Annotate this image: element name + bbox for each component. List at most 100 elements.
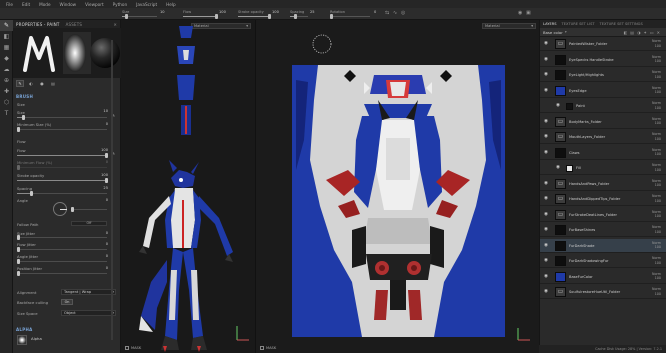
chevron-down-icon[interactable]: ▾ (565, 30, 567, 34)
lazy-mouse-icon[interactable]: ∿ (393, 10, 397, 16)
layer-blend-mode[interactable]: Norm (652, 117, 661, 121)
add-folder-icon[interactable]: ▭ (650, 30, 657, 35)
layer-row[interactable]: ◉ ▭ PaintedWisker_Folder Norm 100 (540, 37, 666, 51)
section-brush-title[interactable]: BRUSH (16, 94, 33, 99)
layer-blend-mode[interactable]: Norm (652, 210, 661, 214)
layer-opacity[interactable]: 100 (655, 59, 661, 63)
tb-size-slider[interactable] (122, 14, 157, 19)
layer-name[interactable]: SoulfulrestoreHueUtil_Folder (569, 290, 631, 294)
layer-name[interactable]: MouthLayers_Folder (569, 135, 631, 139)
layer-blend-opacity[interactable]: Norm 100 (652, 272, 661, 281)
layer-blend-opacity[interactable]: Norm 100 (652, 70, 661, 79)
layer-row[interactable]: ◉ Fill Norm 100 (540, 161, 666, 175)
tb-spacing-slider[interactable] (290, 14, 308, 19)
layer-opacity[interactable]: 100 (655, 106, 661, 110)
eye-icon[interactable]: ◉ (544, 181, 548, 186)
tab-texture-set-list[interactable]: TEXTURE SET LIST (562, 22, 595, 26)
menu-help[interactable]: Help (166, 2, 176, 7)
tb-size-value[interactable]: 10 (160, 10, 165, 14)
delete-layer-icon[interactable]: ✕ (657, 30, 663, 35)
layer-blend-opacity[interactable]: Norm 100 (652, 163, 661, 172)
eye-icon[interactable]: ◉ (544, 134, 548, 139)
angle-jitter-slider[interactable] (17, 259, 107, 264)
stencil-mode-icon[interactable]: ▤ (49, 80, 57, 87)
tab-properties[interactable]: PROPERTIES - PAINT (16, 22, 60, 27)
eye-icon[interactable]: ◉ (544, 41, 548, 46)
layer-blend-mode[interactable]: Norm (652, 101, 661, 105)
tb-stroke-opacity-value[interactable]: 100 (272, 10, 279, 14)
min-size-slider[interactable] (17, 127, 107, 132)
uv-mask-toggle[interactable]: MASK (125, 346, 141, 350)
angle-jitter-value[interactable]: 0 (106, 254, 108, 258)
layer-row[interactable]: ◉ ▭ HandsAndPaws_Folder Norm 100 (540, 177, 666, 191)
layer-blend-opacity[interactable]: Norm 100 (652, 148, 661, 157)
layer-row[interactable]: ◉ Paint Norm 100 (540, 99, 666, 113)
layer-opacity[interactable]: 100 (655, 121, 661, 125)
tb-flow-value[interactable]: 100 (219, 10, 226, 14)
layer-row[interactable]: ◉ BaseFurColor Norm 100 (540, 270, 666, 284)
flow-jitter-slider[interactable] (17, 247, 107, 252)
layer-blend-opacity[interactable]: Norm 100 (652, 86, 661, 95)
layer-row[interactable]: ◉ ▭ BodyMarks_Folder Norm 100 (540, 115, 666, 129)
layer-blend-opacity[interactable]: Norm 100 (652, 287, 661, 296)
alpha-mode-icon[interactable]: ◐ (27, 80, 35, 87)
layer-blend-opacity[interactable]: Norm 100 (652, 55, 661, 64)
layer-row[interactable]: ◉ FurDarkShade Norm 100 (540, 238, 666, 253)
follow-path-toggle[interactable]: Off (71, 221, 107, 226)
layer-name[interactable]: Fill (576, 166, 638, 170)
eye-icon[interactable]: ◉ (544, 196, 548, 201)
layer-row[interactable]: ◉ EyeLight/Highlights Norm 100 (540, 68, 666, 82)
angle-value[interactable]: 0 (106, 198, 108, 202)
flow-slider[interactable] (17, 153, 108, 158)
layer-name[interactable]: EyeLight/Highlights (569, 73, 631, 77)
layer-blend-mode[interactable]: Norm (652, 194, 661, 198)
add-layer-icon[interactable]: ▤ (630, 30, 637, 35)
size-space-dropdown[interactable]: Object ▾ (61, 310, 116, 316)
layer-opacity[interactable]: 100 (655, 214, 661, 218)
eye-icon[interactable]: ◉ (556, 165, 560, 170)
clone-icon[interactable]: ⊕ (0, 75, 13, 86)
layer-opacity[interactable]: 100 (655, 199, 661, 203)
smudge-icon[interactable]: ☁ (0, 64, 13, 75)
alpha-thumbnail[interactable] (17, 335, 27, 345)
camera-icon[interactable]: ◉ (518, 10, 522, 16)
layer-row[interactable]: ◉ ▭ MouthLayers_Folder Norm 100 (540, 130, 666, 144)
layer-blend-mode[interactable]: Norm (652, 179, 661, 183)
layer-blend-opacity[interactable]: Norm 100 (652, 225, 661, 234)
eye-icon[interactable]: ◉ (544, 289, 548, 294)
mask-checkbox[interactable] (260, 346, 264, 350)
layer-name[interactable]: Claws (569, 151, 631, 155)
layer-name[interactable]: EyeSpecks HandleStroke (569, 58, 631, 62)
flow-value[interactable]: 100 (101, 148, 108, 152)
layer-blend-opacity[interactable]: Norm 100 (652, 101, 661, 110)
layer-name[interactable]: HandsAndDippedTips_Folder (569, 197, 631, 201)
layer-blend-mode[interactable]: Norm (652, 287, 661, 291)
channel-select[interactable]: Base color (543, 30, 563, 35)
section-alpha-title[interactable]: ALPHA (16, 327, 33, 332)
angle-dial[interactable] (53, 202, 67, 216)
layer-opacity[interactable]: 100 (655, 183, 661, 187)
layer-opacity[interactable]: 100 (655, 75, 661, 79)
eye-icon[interactable]: ◉ (544, 258, 548, 263)
layer-name[interactable]: HandsAndPaws_Folder (569, 182, 631, 186)
layer-name[interactable]: PaintedWisker_Folder (569, 42, 631, 46)
tab-assets[interactable]: ASSETS (66, 22, 83, 27)
layer-opacity[interactable]: 100 (655, 230, 661, 234)
layer-blend-mode[interactable]: Norm (652, 241, 661, 245)
eraser-icon[interactable]: ◧ (0, 31, 13, 42)
layer-name[interactable]: FurStrokeDeatLines_Folder (569, 213, 631, 217)
mask-checkbox[interactable] (125, 346, 129, 350)
layer-name[interactable]: FurDarkShadowingFur (569, 259, 631, 263)
menu-python[interactable]: Python (113, 2, 128, 7)
min-flow-slider[interactable] (17, 165, 107, 170)
layer-blend-mode[interactable]: Norm (652, 225, 661, 229)
layer-opacity[interactable]: 100 (655, 261, 661, 265)
layer-blend-opacity[interactable]: Norm 100 (652, 194, 661, 203)
texture-mask-toggle[interactable]: MASK (260, 346, 276, 350)
eye-icon[interactable]: ◉ (544, 72, 548, 77)
layer-row[interactable]: ◉ ▭ HandsAndDippedTips_Folder Norm 100 (540, 192, 666, 206)
tb-spacing-value[interactable]: 25 (310, 10, 315, 14)
layer-blend-opacity[interactable]: Norm 100 (652, 117, 661, 126)
layer-blend-opacity[interactable]: Norm 100 (652, 241, 661, 250)
menu-edit[interactable]: Edit (22, 2, 30, 7)
